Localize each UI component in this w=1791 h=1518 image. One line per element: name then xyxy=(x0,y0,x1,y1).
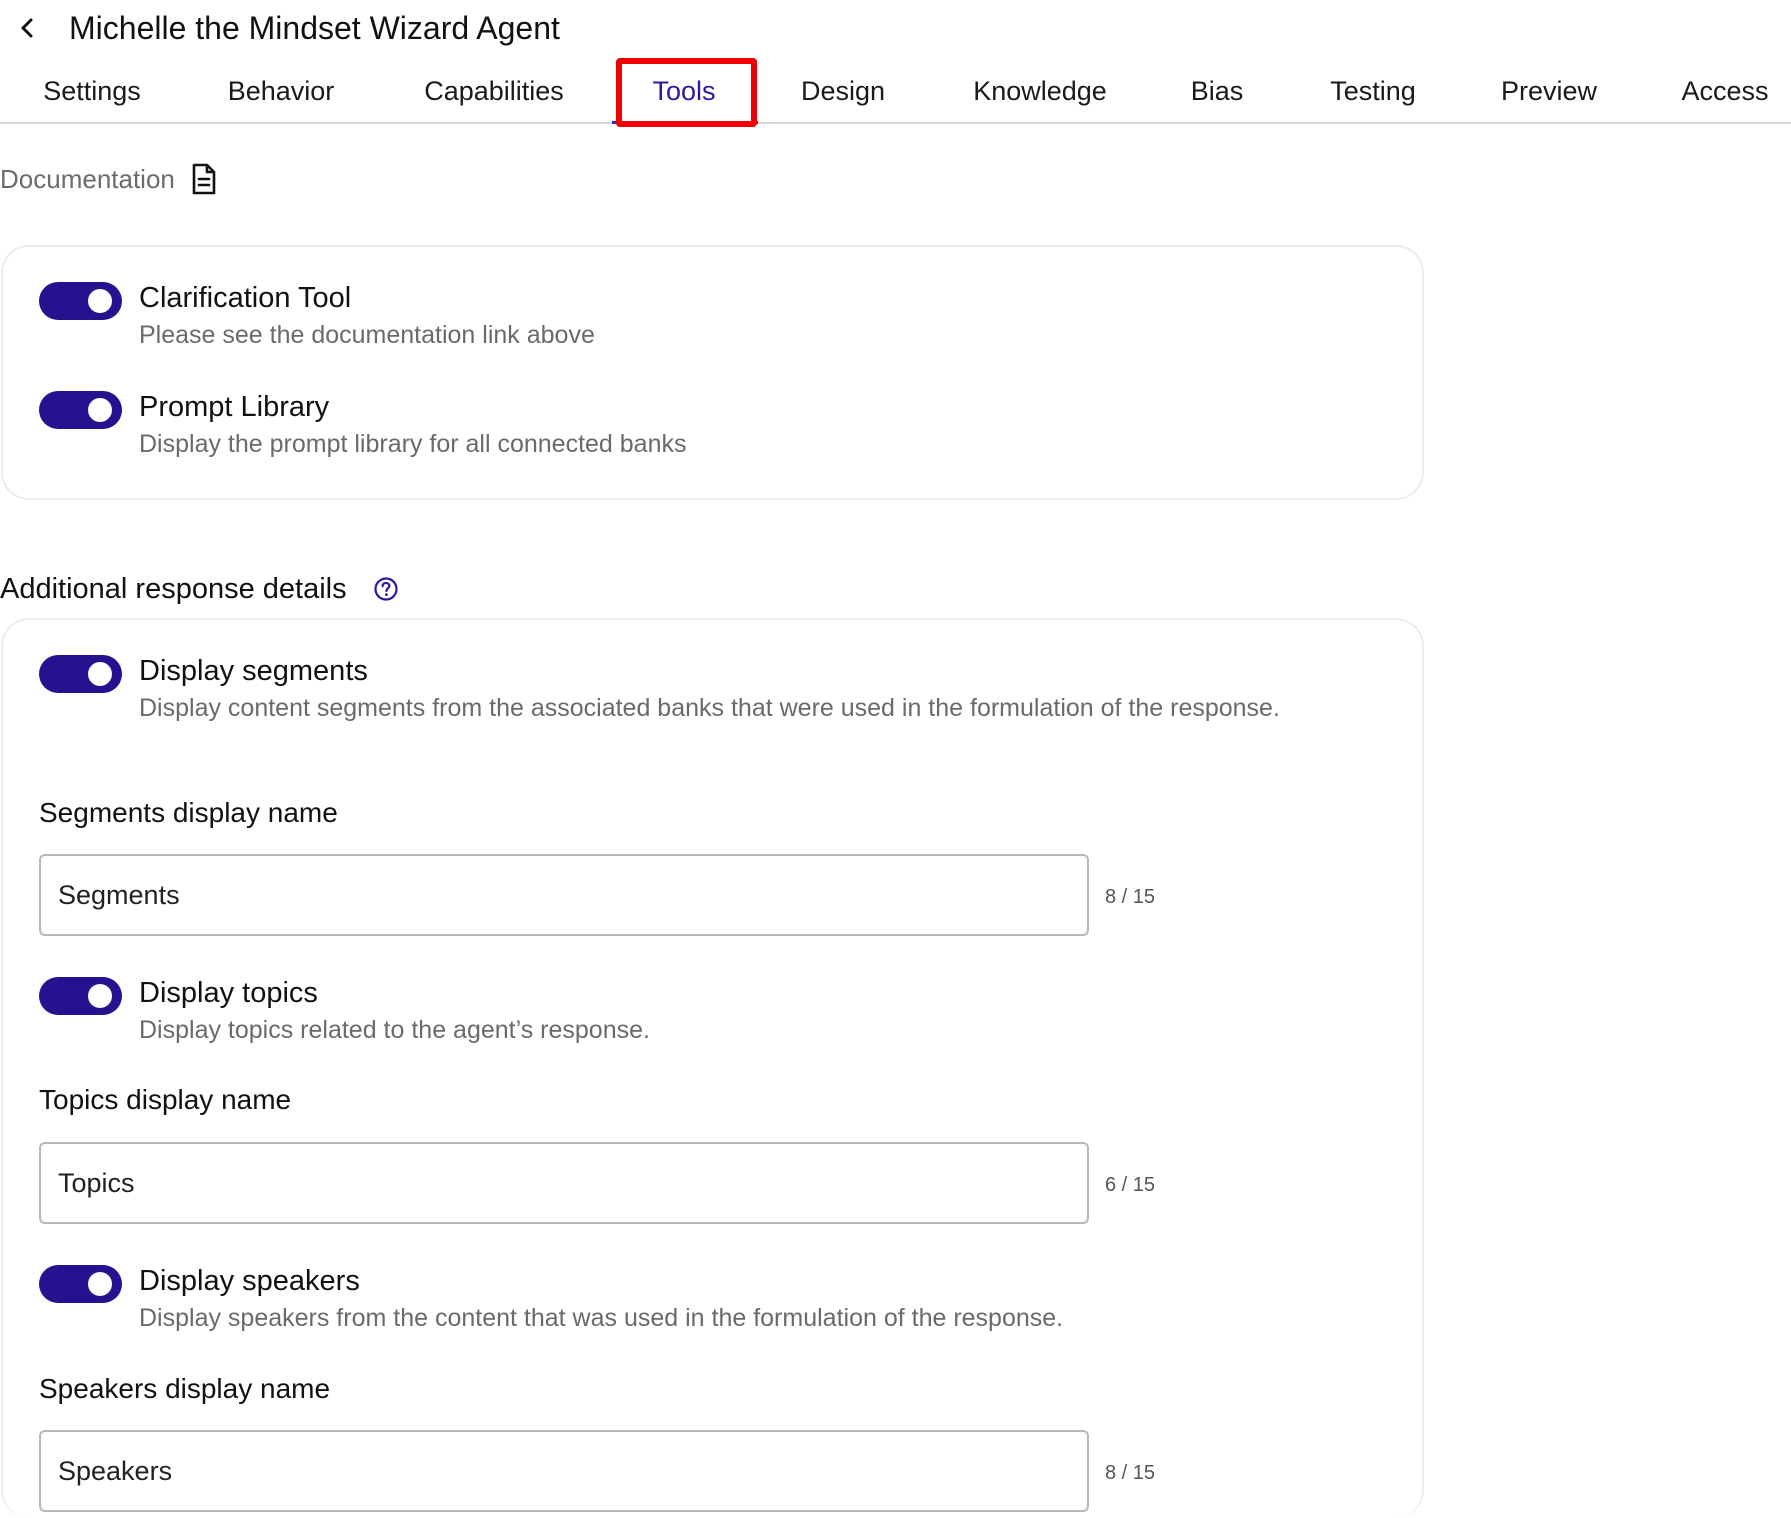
toggle-title: Prompt Library xyxy=(139,391,330,423)
tab-preview[interactable]: Preview xyxy=(1500,58,1598,124)
tools-card: Clarification Tool Please see the docume… xyxy=(1,245,1424,500)
speakers-char-count: 8 / 15 xyxy=(1105,1462,1156,1484)
tab-knowledge[interactable]: Knowledge xyxy=(970,58,1110,124)
page-title: Michelle the Mindset Wizard Agent xyxy=(69,10,560,46)
speakers-display-name-input[interactable] xyxy=(39,1430,1089,1512)
toggle-knob xyxy=(88,289,112,313)
toggle-description: Please see the documentation link above xyxy=(139,321,595,349)
segments-char-count: 8 / 15 xyxy=(1105,886,1156,908)
tab-capabilities[interactable]: Capabilities xyxy=(418,58,570,124)
toggle-title: Display segments xyxy=(139,655,368,687)
toggle-description: Display content segments from the associ… xyxy=(139,694,1280,722)
chevron-left-icon xyxy=(18,17,36,44)
documentation-label: Documentation xyxy=(0,163,175,194)
display-speakers-toggle[interactable] xyxy=(39,1265,122,1303)
toggle-title: Display speakers xyxy=(139,1265,360,1297)
tab-testing[interactable]: Testing xyxy=(1327,58,1419,124)
active-tab-indicator xyxy=(612,121,758,124)
page-header: Michelle the Mindset Wizard Agent xyxy=(0,0,1791,58)
toggle-knob xyxy=(88,1272,112,1296)
response-details-card: Display segments Display content segment… xyxy=(1,618,1424,1518)
documentation-link[interactable]: Documentation xyxy=(0,158,217,200)
tab-behavior[interactable]: Behavior xyxy=(225,58,337,124)
tab-bias[interactable]: Bias xyxy=(1190,58,1244,124)
section-title: Additional response details xyxy=(0,568,399,610)
toggle-description: Display topics related to the agent’s re… xyxy=(139,1016,650,1044)
clarification-tool-toggle[interactable] xyxy=(39,282,122,320)
toggle-description: Display speakers from the content that w… xyxy=(139,1304,1064,1332)
toggle-title: Display topics xyxy=(139,977,318,1009)
display-topics-toggle[interactable] xyxy=(39,977,122,1015)
toggle-knob xyxy=(88,398,112,422)
section-title-text: Additional response details xyxy=(0,572,347,605)
prompt-library-toggle[interactable] xyxy=(39,391,122,429)
tab-settings[interactable]: Settings xyxy=(42,58,142,124)
toggle-title: Clarification Tool xyxy=(139,282,352,314)
tab-bar: Settings Behavior Capabilities Tools Des… xyxy=(0,58,1791,124)
question-circle-icon[interactable] xyxy=(373,576,399,602)
tab-access[interactable]: Access xyxy=(1680,58,1770,124)
topics-char-count: 6 / 15 xyxy=(1105,1174,1156,1196)
segments-display-name-input[interactable] xyxy=(39,854,1089,936)
toggle-knob xyxy=(88,984,112,1008)
tab-design[interactable]: Design xyxy=(800,58,886,124)
toggle-knob xyxy=(88,662,112,686)
toggle-description: Display the prompt library for all conne… xyxy=(139,430,687,458)
speakers-display-name-label: Speakers display name xyxy=(39,1373,331,1404)
tab-tools[interactable]: Tools xyxy=(646,58,722,124)
segments-display-name-label: Segments display name xyxy=(39,797,338,828)
document-icon xyxy=(191,163,217,195)
topics-display-name-label: Topics display name xyxy=(39,1084,292,1115)
back-button[interactable] xyxy=(12,12,42,48)
topics-display-name-input[interactable] xyxy=(39,1142,1089,1224)
display-segments-toggle[interactable] xyxy=(39,655,122,693)
